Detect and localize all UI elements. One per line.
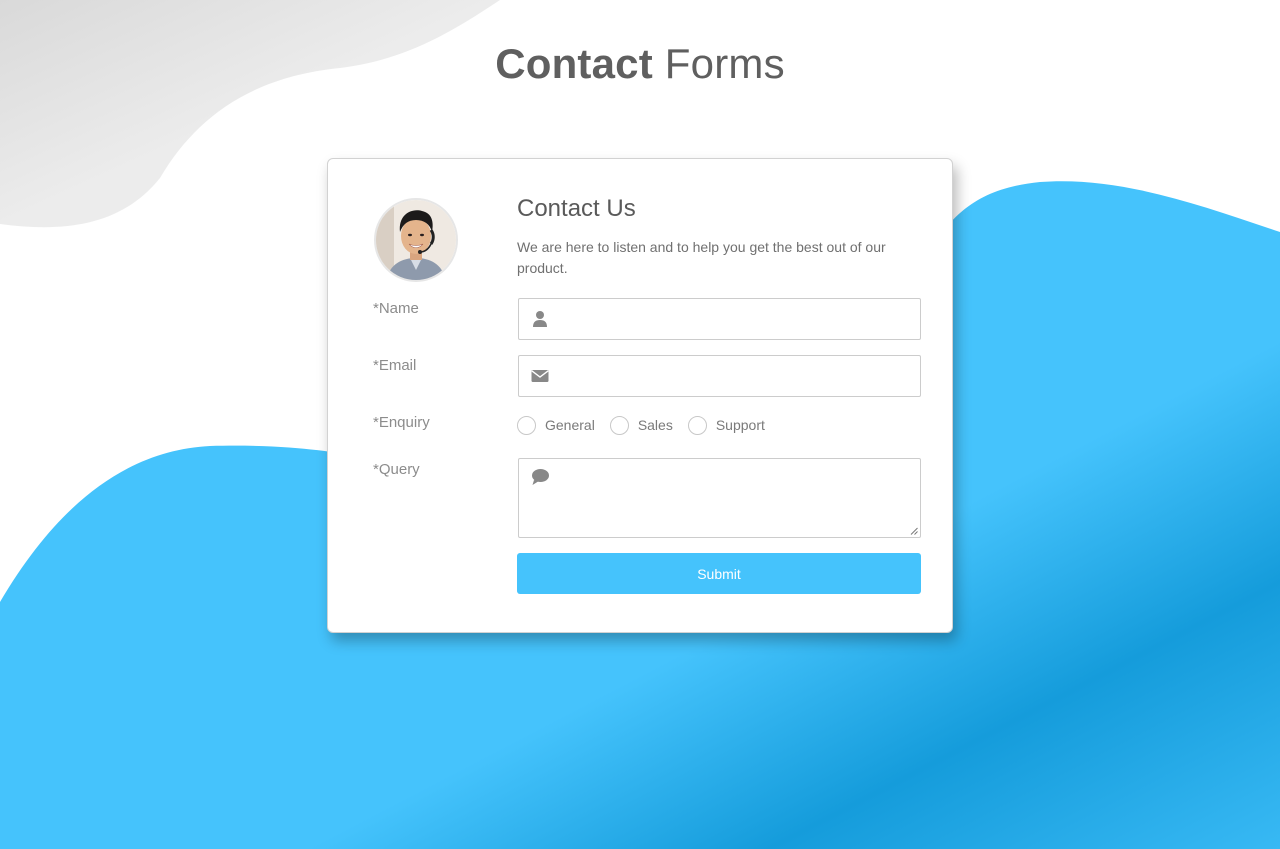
avatar: [374, 198, 458, 282]
resize-handle-icon[interactable]: [910, 527, 918, 535]
email-label: *Email: [373, 357, 417, 374]
query-label: *Query: [373, 461, 420, 478]
envelope-icon: [531, 370, 549, 382]
user-icon: [533, 311, 547, 327]
enquiry-option-general[interactable]: General: [517, 415, 595, 435]
query-field[interactable]: [518, 458, 921, 538]
name-label: *Name: [373, 300, 419, 317]
enquiry-radio-group: General Sales Support: [517, 414, 780, 436]
page-background: Contact Forms Contact Us We are here to …: [0, 0, 1280, 849]
enquiry-label: *Enquiry: [373, 414, 430, 431]
contact-description: We are here to listen and to help you ge…: [517, 239, 886, 276]
contact-heading: Contact Us: [517, 195, 636, 222]
comment-icon: [532, 469, 549, 485]
name-input[interactable]: [559, 299, 918, 341]
radio-button-sales[interactable]: [609, 415, 629, 435]
page-title: Contact Forms: [0, 40, 1280, 88]
radio-label-sales: Sales: [637, 417, 673, 433]
email-input[interactable]: [559, 356, 918, 398]
contact-card: Contact Us We are here to listen and to …: [327, 158, 953, 633]
name-field[interactable]: [518, 298, 921, 341]
enquiry-option-sales[interactable]: Sales: [609, 415, 673, 435]
radio-label-general: General: [545, 417, 595, 433]
support-agent-avatar-image: [376, 200, 456, 280]
page-title-bold: Contact: [495, 40, 653, 87]
email-field[interactable]: [518, 355, 921, 398]
radio-button-general[interactable]: [517, 415, 536, 435]
query-textarea[interactable]: [559, 463, 918, 537]
radio-label-support: Support: [715, 417, 765, 433]
submit-button[interactable]: Submit: [517, 553, 921, 594]
radio-button-support[interactable]: [687, 415, 707, 435]
page-title-light: Forms: [664, 40, 785, 87]
enquiry-option-support[interactable]: Support: [687, 415, 765, 435]
